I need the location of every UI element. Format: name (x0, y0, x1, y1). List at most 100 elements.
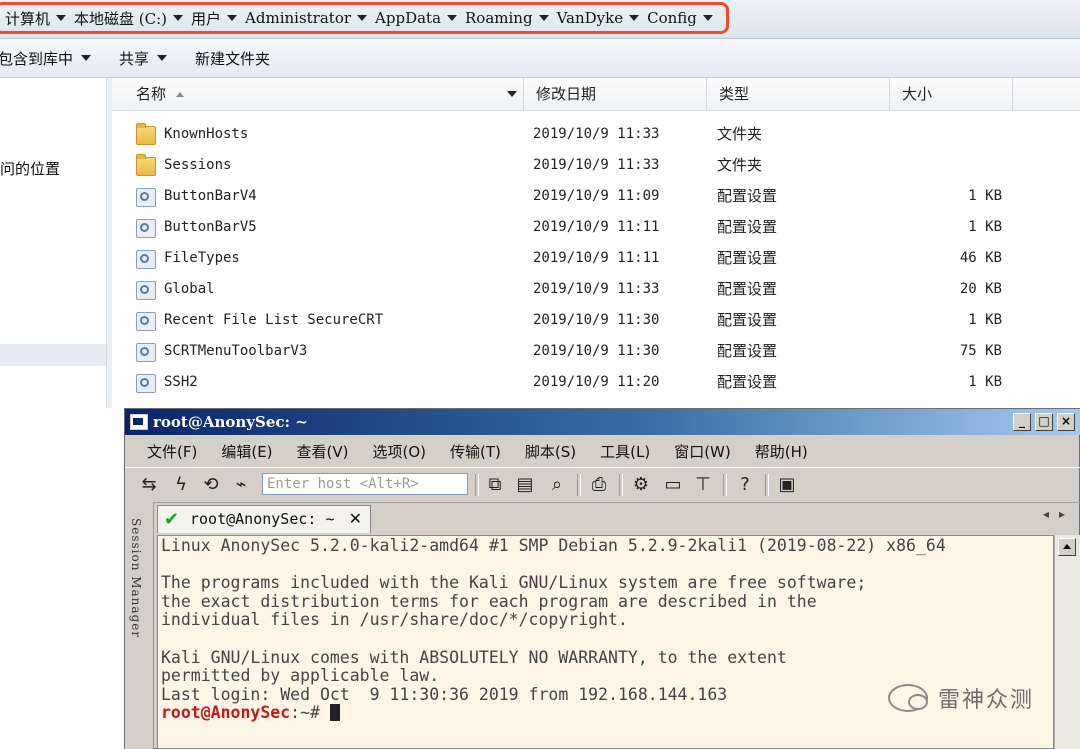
copy-icon[interactable]: ⧉ (483, 473, 507, 497)
nav-location-text[interactable]: 问的位置 (0, 158, 60, 179)
menu-transfer[interactable]: 传输(T) (450, 441, 501, 462)
breadcrumb-item-computer[interactable]: 计算机 (5, 8, 67, 29)
column-header-row: 名称 修改日期 类型 大小 (112, 78, 1080, 111)
file-date: 2019/10/9 11:33 (533, 157, 660, 173)
maximize-button[interactable]: □ (1035, 413, 1053, 431)
disconnect-icon[interactable]: ⌁ (229, 473, 253, 497)
file-size (892, 150, 1002, 181)
breadcrumb-item-vandyke[interactable]: VanDyke (557, 9, 640, 27)
chevron-down-icon[interactable] (56, 15, 67, 21)
config-file-icon (136, 374, 156, 393)
quick-connect-icon[interactable]: ϟ (169, 473, 193, 497)
close-button[interactable]: × (1057, 413, 1075, 431)
settings-gear-icon[interactable]: ⚙ (629, 473, 653, 497)
file-date: 2019/10/9 11:11 (533, 219, 660, 235)
share-button[interactable]: 共享 (119, 48, 168, 69)
tab-scroll-arrows-icon[interactable]: ◂▸ (1043, 507, 1075, 521)
breadcrumb-item-appdata[interactable]: AppData (375, 9, 458, 27)
file-row[interactable]: ButtonBarV5 2019/10/9 11:11 配置设置 1 KB (112, 212, 1080, 243)
close-tab-icon[interactable]: ✕ (349, 506, 362, 532)
menu-tools[interactable]: 工具(L) (600, 441, 650, 462)
file-name: ButtonBarV4 (164, 188, 257, 204)
minimize-button[interactable]: _ (1013, 413, 1031, 431)
breadcrumb-item-config[interactable]: Config (647, 9, 713, 27)
session-tab[interactable]: ✔ root@AnonySec: ~ ✕ (157, 505, 371, 533)
toolbar-separator (765, 474, 769, 496)
window-title-bar[interactable]: root@AnonySec: ~ _ □ × (125, 409, 1080, 435)
file-size: 1 KB (968, 219, 1002, 235)
breadcrumb-item-administrator[interactable]: Administrator (245, 9, 368, 27)
menu-script[interactable]: 脚本(S) (525, 441, 576, 462)
menu-edit[interactable]: 编辑(E) (221, 441, 272, 462)
breadcrumb-item-users[interactable]: 用户 (191, 8, 238, 29)
new-folder-button[interactable]: 新建文件夹 (195, 48, 270, 69)
folder-icon (136, 123, 156, 145)
file-type: 配置设置 (717, 218, 778, 236)
toolbar-separator (475, 474, 479, 496)
scroll-up-arrow-icon[interactable] (1058, 538, 1076, 556)
chevron-down-icon[interactable] (538, 15, 549, 21)
print-icon[interactable]: ⎙ (587, 473, 611, 497)
chevron-down-icon[interactable] (357, 15, 368, 21)
chevron-down-icon[interactable] (702, 15, 713, 21)
include-in-library-button[interactable]: 包含到库中 (0, 48, 92, 69)
keygen-icon[interactable]: ▣ (775, 473, 799, 497)
paste-icon[interactable]: ▤ (513, 473, 537, 497)
file-row[interactable]: Sessions 2019/10/9 11:33 文件夹 (112, 150, 1080, 181)
address-bar: 计算机 本地磁盘 (C:) 用户 Administrator AppData R… (0, 0, 1080, 39)
file-type: 配置设置 (717, 373, 778, 391)
file-type: 文件夹 (717, 125, 763, 143)
terminal-scrollbar[interactable] (1054, 535, 1080, 749)
column-header-size[interactable]: 大小 (890, 78, 1013, 110)
file-size: 46 KB (959, 250, 1002, 266)
navigation-pane: 问的位置 (0, 78, 106, 749)
chevron-down-icon[interactable] (507, 91, 517, 97)
menu-view[interactable]: 查看(V) (297, 441, 349, 462)
menu-file[interactable]: 文件(F) (147, 441, 197, 462)
menu-options[interactable]: 选项(O) (373, 441, 427, 462)
sftp-icon[interactable]: ⊤ (691, 473, 715, 497)
terminal-line: Kali GNU/Linux comes with ABSOLUTELY NO … (161, 647, 787, 667)
connect-in-tab-icon[interactable]: ⇆ (137, 473, 161, 497)
file-name: ButtonBarV5 (164, 219, 257, 235)
file-row[interactable]: ButtonBarV4 2019/10/9 11:09 配置设置 1 KB (112, 181, 1080, 212)
prompt-suffix: :~# (290, 703, 330, 723)
file-row[interactable]: SCRTMenuToolbarV3 2019/10/9 11:30 配置设置 75 K… (112, 336, 1080, 367)
config-file-icon (136, 188, 156, 207)
crt-toolbar: ⇆ ϟ ⟲ ⌁ Enter host <Alt+R> ⧉ ▤ ⌕ ⎙ ⚙ ▭ ⊤… (125, 467, 1080, 503)
host-input[interactable]: Enter host <Alt+R> (262, 473, 468, 495)
file-row[interactable]: KnownHosts 2019/10/9 11:33 文件夹 (112, 119, 1080, 150)
session-tab-label: root@AnonySec: ~ (190, 510, 335, 528)
file-name: SSH2 (164, 374, 198, 390)
file-date: 2019/10/9 11:33 (533, 281, 660, 297)
file-row[interactable]: SSH2 2019/10/9 11:20 配置设置 1 KB (112, 367, 1080, 398)
session-manager-panel[interactable]: Session Manager (125, 502, 154, 749)
terminal-output[interactable]: Linux AnonySec 5.2.0-kali2-amd64 #1 SMP … (157, 535, 1054, 749)
app-icon (130, 414, 148, 430)
file-row[interactable]: FileTypes 2019/10/9 11:11 配置设置 46 KB (112, 243, 1080, 274)
menu-window[interactable]: 窗口(W) (674, 441, 731, 462)
chevron-down-icon[interactable] (173, 15, 184, 21)
help-icon[interactable]: ? (733, 473, 757, 497)
breadcrumb-item-local-disk[interactable]: 本地磁盘 (C:) (74, 8, 184, 29)
config-file-icon (136, 343, 156, 362)
file-row[interactable]: Recent File List SecureCRT 2019/10/9 11:3… (112, 305, 1080, 336)
chevron-down-icon[interactable] (447, 15, 458, 21)
session-manager-label: Session Manager (129, 518, 143, 639)
chevron-down-icon[interactable] (629, 15, 640, 21)
menu-help[interactable]: 帮助(H) (755, 441, 808, 462)
keymap-icon[interactable]: ▭ (661, 473, 685, 497)
column-header-date[interactable]: 修改日期 (524, 78, 707, 110)
reconnect-icon[interactable]: ⟲ (199, 473, 223, 497)
column-header-name[interactable]: 名称 (124, 78, 524, 110)
file-size: 1 KB (968, 312, 1002, 328)
breadcrumb-item-roaming[interactable]: Roaming (465, 9, 549, 27)
find-icon[interactable]: ⌕ (545, 473, 569, 497)
chevron-down-icon[interactable] (227, 15, 238, 21)
terminal-line: The programs included with the Kali GNU/… (161, 573, 867, 593)
terminal-cursor (329, 704, 340, 722)
file-row[interactable]: Global 2019/10/9 11:33 配置设置 20 KB (112, 274, 1080, 305)
column-header-type[interactable]: 类型 (707, 78, 890, 110)
